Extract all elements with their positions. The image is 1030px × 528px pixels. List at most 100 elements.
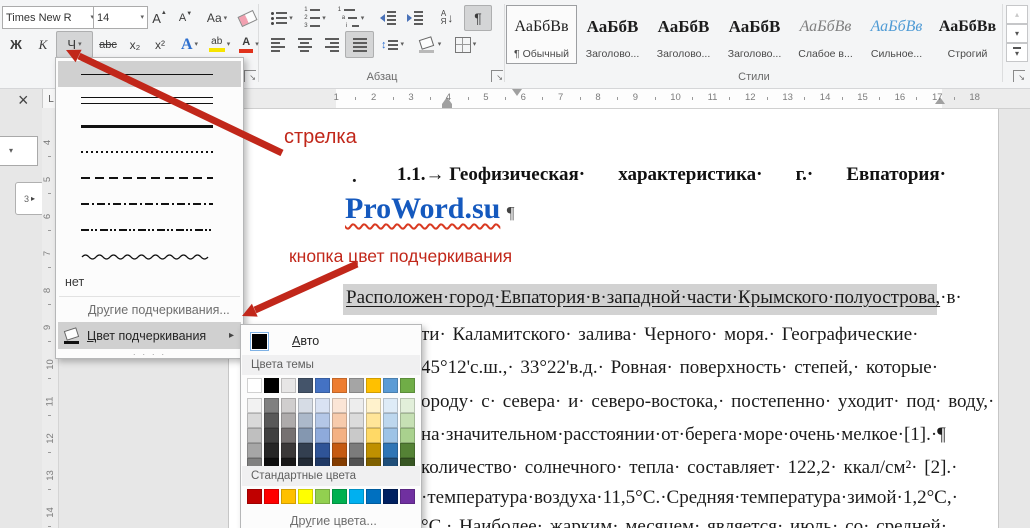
subscript-button[interactable]: х₂ xyxy=(122,31,148,58)
standard-color-swatch[interactable] xyxy=(332,489,347,504)
theme-variant-swatch[interactable] xyxy=(349,443,364,458)
show-formatting-marks-button[interactable]: ¶ xyxy=(464,5,492,31)
body-line[interactable]: количество· солнечного· тепла· составляе… xyxy=(421,457,957,479)
standard-color-swatch[interactable] xyxy=(383,489,398,504)
line-spacing-button[interactable]: ↕ ▾ xyxy=(376,31,409,58)
theme-variant-swatch[interactable] xyxy=(247,413,262,428)
style-item-subtle-emphasis[interactable]: АаБбВв Слабое в... xyxy=(790,5,861,64)
standard-color-swatch[interactable] xyxy=(400,489,415,504)
theme-variant-swatch[interactable] xyxy=(298,413,313,428)
standard-color-swatch[interactable] xyxy=(349,489,364,504)
theme-color-swatch[interactable] xyxy=(349,378,364,393)
theme-variant-swatch[interactable] xyxy=(315,413,330,428)
more-underlines-item[interactable]: Другие подчеркивания... xyxy=(58,298,241,322)
underline-style-dash-dot[interactable] xyxy=(58,191,241,217)
theme-color-swatch[interactable] xyxy=(366,378,381,393)
styles-scroll-up-button[interactable]: ▴ xyxy=(1006,5,1028,24)
theme-variant-swatch[interactable] xyxy=(332,443,347,458)
body-line[interactable]: ороду· с· севера· и· северо-востока,· по… xyxy=(421,391,994,413)
underline-style-thick[interactable] xyxy=(58,113,241,139)
theme-variant-swatch[interactable] xyxy=(349,413,364,428)
theme-variant-swatch[interactable] xyxy=(383,398,398,413)
underline-split-button[interactable]: Ч ▾ xyxy=(56,31,93,58)
numbering-button[interactable]: 1 2 3 ▾ xyxy=(299,5,331,31)
theme-variant-swatch[interactable] xyxy=(264,428,279,443)
shading-button[interactable]: ▾ xyxy=(412,31,447,58)
document-heading[interactable]: 1.1.→ Геофизическая· характеристика· г.·… xyxy=(397,164,946,186)
body-line[interactable]: °С.· Наиболее· жарким· месяцем· является… xyxy=(421,516,947,528)
theme-variant-swatch[interactable] xyxy=(383,413,398,428)
underline-style-dash-dot-dot[interactable] xyxy=(58,217,241,243)
theme-variant-swatch[interactable] xyxy=(281,413,296,428)
text-effects-button[interactable]: А ▾ xyxy=(175,31,204,58)
theme-variant-swatch[interactable] xyxy=(298,443,313,458)
chevron-down-icon[interactable]: ▾ xyxy=(140,14,144,21)
styles-dialog-launcher[interactable]: ↘ xyxy=(1013,70,1025,82)
style-item-intense-emphasis[interactable]: АаБбВв Сильное... xyxy=(861,5,932,64)
theme-variant-swatch[interactable] xyxy=(315,398,330,413)
underline-style-wavy[interactable] xyxy=(58,243,241,269)
strikethrough-button[interactable]: abc xyxy=(93,31,123,58)
pane-dropdown[interactable]: ▾ xyxy=(0,136,38,166)
decrease-indent-button[interactable] xyxy=(374,5,402,31)
theme-variant-swatch[interactable] xyxy=(349,428,364,443)
theme-color-swatch[interactable] xyxy=(400,378,415,393)
style-item-strong[interactable]: АаБбВв Строгий xyxy=(932,5,1003,64)
standard-color-swatch[interactable] xyxy=(281,489,296,504)
theme-color-swatch[interactable] xyxy=(264,378,279,393)
menu-resize-grip[interactable]: · · · · xyxy=(56,349,243,359)
theme-variant-swatch[interactable] xyxy=(264,398,279,413)
borders-button[interactable]: ▾ xyxy=(448,31,483,58)
theme-variant-swatch[interactable] xyxy=(366,398,381,413)
theme-variant-swatch[interactable] xyxy=(332,428,347,443)
body-line[interactable]: 45°12'с.ш.,· 33°22'в.д.· Ровная· поверхн… xyxy=(421,357,938,379)
body-line[interactable]: ти· Каламитского· залива· Черного· моря.… xyxy=(421,324,918,346)
chevron-down-icon[interactable]: ▾ xyxy=(78,41,82,48)
theme-variant-swatch[interactable] xyxy=(264,443,279,458)
style-item-normal[interactable]: АаБбВв ¶ Обычный xyxy=(506,5,577,64)
paragraph-dialog-launcher[interactable]: ↘ xyxy=(491,70,503,82)
standard-color-swatch[interactable] xyxy=(264,489,279,504)
theme-color-swatch[interactable] xyxy=(332,378,347,393)
theme-variant-swatch[interactable] xyxy=(247,398,262,413)
theme-color-swatch[interactable] xyxy=(383,378,398,393)
grow-font-button[interactable]: А ▲ xyxy=(146,5,173,31)
theme-variant-swatch[interactable] xyxy=(366,443,381,458)
underline-none-item[interactable]: нет xyxy=(58,270,241,294)
theme-variant-swatch[interactable] xyxy=(400,443,415,458)
left-indent-marker[interactable] xyxy=(442,104,452,108)
theme-variant-swatch[interactable] xyxy=(247,443,262,458)
bold-button[interactable]: Ж xyxy=(2,31,30,58)
standard-color-swatch[interactable] xyxy=(366,489,381,504)
theme-variant-swatch[interactable] xyxy=(366,428,381,443)
theme-variant-swatch[interactable] xyxy=(400,413,415,428)
align-left-button[interactable] xyxy=(264,31,291,58)
underline-style-dotted[interactable] xyxy=(58,139,241,165)
theme-color-swatch[interactable] xyxy=(247,378,262,393)
more-colors-item[interactable]: Другие цвета... xyxy=(243,509,419,528)
increase-indent-button[interactable] xyxy=(401,5,429,31)
underline-style-single[interactable] xyxy=(58,61,241,87)
theme-variant-swatch[interactable] xyxy=(298,398,313,413)
theme-variant-swatch[interactable] xyxy=(400,428,415,443)
multilevel-list-button[interactable]: 1 а i ▾ xyxy=(332,5,370,31)
font-size-combo[interactable]: 14 ▾ xyxy=(93,6,148,29)
theme-variant-swatch[interactable] xyxy=(383,443,398,458)
align-center-button[interactable] xyxy=(291,31,318,58)
theme-variant-swatch[interactable] xyxy=(400,398,415,413)
italic-button[interactable]: К xyxy=(29,31,57,58)
bullets-button[interactable]: ▾ xyxy=(266,5,298,31)
theme-variant-swatch[interactable] xyxy=(315,443,330,458)
font-name-combo[interactable]: Times New R ▾ xyxy=(2,6,98,29)
clear-formatting-button[interactable] xyxy=(235,5,259,31)
underline-color-item[interactable]: Цвет подчеркивания ▸ xyxy=(58,322,241,349)
standard-color-swatch[interactable] xyxy=(298,489,313,504)
body-line[interactable]: ·температура·воздуха·11,5°С.·Средняя·тем… xyxy=(421,487,958,509)
underline-style-dashed[interactable] xyxy=(58,165,241,191)
body-line[interactable]: на·значительном·расстоянии·от·берега·мор… xyxy=(421,424,946,446)
pane-nav-button[interactable]: 3 ▸ xyxy=(15,182,44,215)
standard-color-swatch[interactable] xyxy=(315,489,330,504)
style-item-heading2[interactable]: АаБбВ Заголово... xyxy=(648,5,719,64)
close-pane-icon[interactable]: × xyxy=(18,90,29,111)
theme-variant-swatch[interactable] xyxy=(332,398,347,413)
